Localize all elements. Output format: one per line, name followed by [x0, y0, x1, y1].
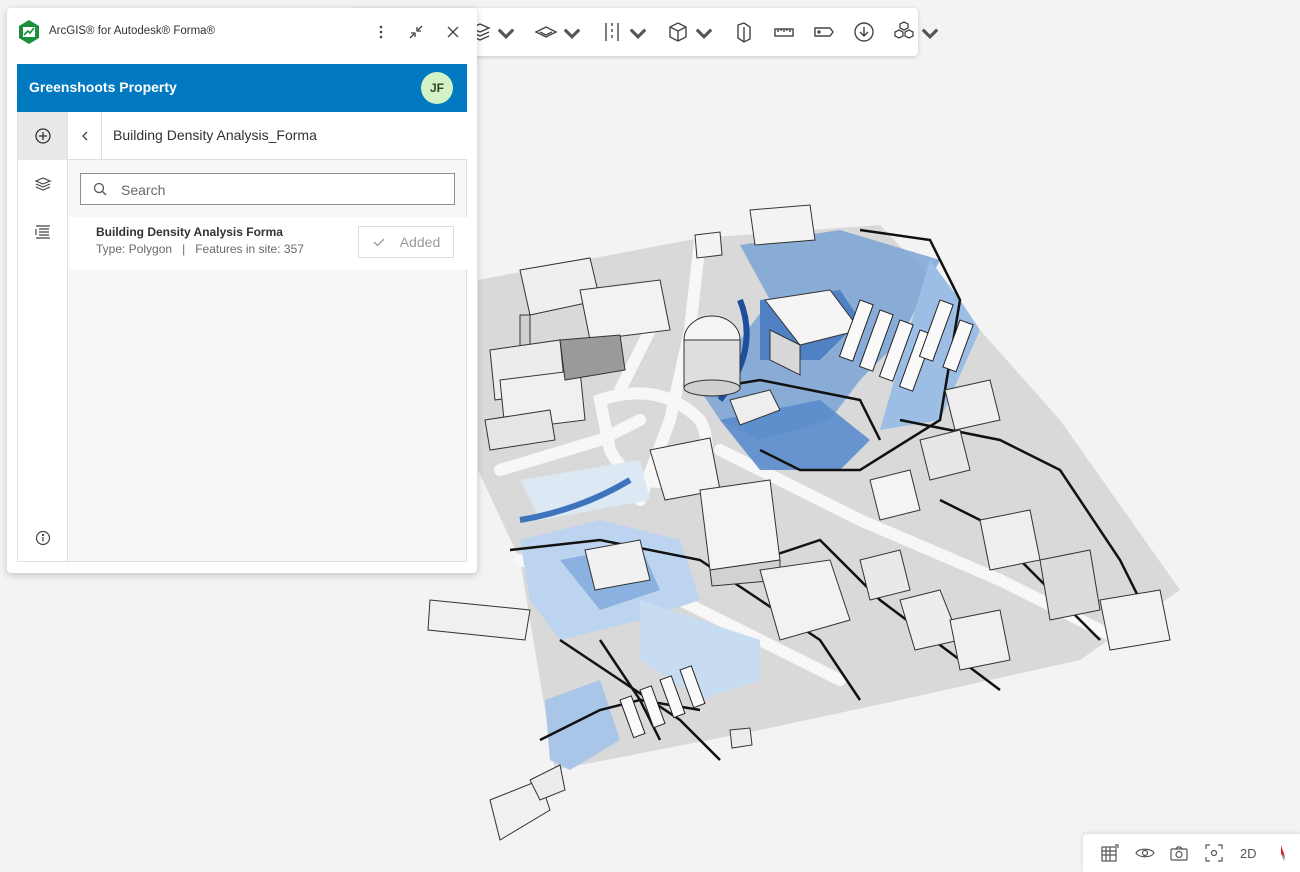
more-options-button[interactable]: [372, 23, 390, 41]
search-box: [80, 173, 455, 206]
section-icon: [605, 23, 619, 41]
chevron-down-icon: [695, 28, 713, 40]
camera-icon: [1170, 846, 1188, 861]
grid-toggle-icon: [1101, 844, 1119, 862]
visibility-button[interactable]: [1128, 834, 1163, 872]
rail-add-data[interactable]: [18, 112, 67, 160]
plane-tool[interactable]: [526, 8, 592, 56]
panel-titlebar: ArcGIS® for Autodesk® Forma®: [7, 8, 477, 56]
focus-icon: [1205, 844, 1223, 862]
added-label: Added: [399, 234, 441, 250]
eye-icon: [1135, 848, 1155, 858]
rail-legend[interactable]: [18, 208, 67, 256]
chevron-left-icon: [81, 131, 87, 140]
legend-icon: [34, 225, 50, 239]
grid-toggle-button[interactable]: [1093, 834, 1128, 872]
layers-icon: [33, 177, 52, 191]
search-icon: [93, 182, 107, 196]
cubes-tool[interactable]: [884, 8, 950, 56]
close-icon: [447, 26, 459, 38]
chevron-down-icon: [921, 28, 939, 40]
camera-button[interactable]: [1162, 834, 1197, 872]
content-title: Building Density Analysis_Forma: [113, 127, 317, 143]
result-features: Features in site: 357: [195, 242, 304, 256]
chevron-down-icon: [563, 28, 581, 40]
chevron-down-icon: [629, 28, 647, 40]
app-title: ArcGIS® for Autodesk® Forma®: [49, 25, 216, 37]
back-button[interactable]: [68, 112, 102, 159]
arcgis-logo-icon: [19, 20, 39, 44]
info-icon: [35, 530, 50, 546]
rail-layers[interactable]: [18, 160, 67, 208]
content-header: Building Density Analysis_Forma: [68, 112, 467, 160]
box-tool[interactable]: [658, 8, 724, 56]
view-mode-toggle[interactable]: 2D: [1231, 834, 1266, 872]
added-button[interactable]: Added: [358, 226, 454, 258]
add-circle-icon: [34, 128, 51, 144]
panel-body: Building Density Analysis_Forma Building…: [17, 112, 467, 562]
list-item: Building Density Analysis Forma Type: Po…: [68, 217, 467, 269]
plane-icon: [534, 26, 558, 38]
chevron-down-icon: [497, 28, 515, 40]
cubes-icon: [894, 21, 914, 39]
tag-tool[interactable]: [804, 8, 844, 56]
arcgis-plugin-panel: ArcGIS® for Autodesk® Forma® Greenshoots…: [7, 8, 477, 573]
measure-tool[interactable]: [764, 8, 804, 56]
tag-icon: [814, 27, 834, 37]
result-type: Type: Polygon: [96, 242, 173, 256]
collapse-button[interactable]: [407, 23, 425, 41]
result-meta: Type: Polygon | Features in site: 357: [96, 242, 304, 256]
avatar[interactable]: JF: [421, 72, 453, 104]
result-name: Building Density Analysis Forma: [96, 225, 283, 239]
view-toolbar: 2D: [1083, 834, 1300, 872]
compass-button[interactable]: [1266, 834, 1300, 872]
check-icon: [373, 238, 385, 247]
section-tool[interactable]: [592, 8, 658, 56]
box-icon: [669, 22, 687, 42]
compass-icon: [1280, 845, 1285, 861]
side-rail: [18, 112, 68, 561]
rail-info[interactable]: [18, 522, 67, 554]
measure-icon: [774, 28, 794, 37]
project-header: Greenshoots Property JF: [17, 64, 467, 112]
building-tool[interactable]: [724, 8, 764, 56]
download-tool[interactable]: [844, 8, 884, 56]
close-button[interactable]: [444, 23, 462, 41]
project-name: Greenshoots Property: [29, 79, 177, 95]
building-icon: [737, 22, 751, 43]
focus-button[interactable]: [1197, 834, 1232, 872]
kebab-menu-icon: [379, 25, 383, 39]
search-input[interactable]: [119, 174, 453, 206]
minimize-arrows-icon: [409, 25, 423, 39]
download-icon: [854, 22, 874, 42]
